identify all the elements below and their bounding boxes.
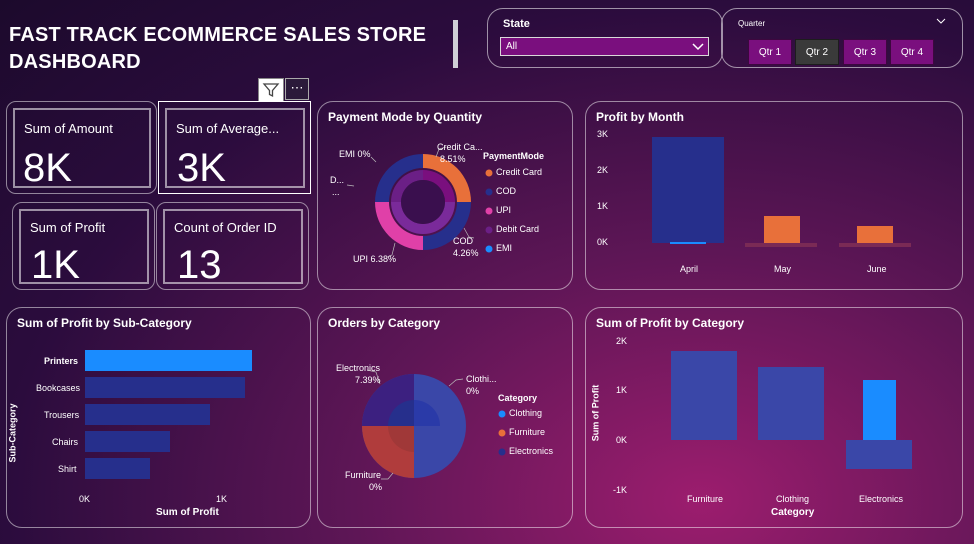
title-line-2: DASHBOARD — [9, 51, 141, 73]
x-tick-may: May — [774, 264, 792, 274]
y-tick-bookcases: Bookcases — [36, 383, 81, 393]
quarter-label: Quarter — [738, 19, 766, 28]
bar-april-base — [670, 242, 706, 244]
more-options-icon: ⋯ — [290, 80, 304, 95]
bar-bookcases — [85, 377, 245, 398]
kpi-value: 1K — [31, 243, 80, 287]
kpi-card-average[interactable]: Sum of Average... 3K — [158, 101, 311, 194]
state-dropdown[interactable]: All — [500, 37, 709, 56]
legend-item-debit-card[interactable]: Debit Card — [496, 224, 539, 234]
profit-by-subcategory-panel[interactable]: Sum of Profit by Sub-Category Sub-Catego… — [6, 307, 311, 528]
kpi-value: 8K — [23, 146, 72, 190]
kpi-label: Sum of Average... — [176, 121, 280, 136]
bar-electronics-top — [863, 380, 896, 440]
quarter-button-qtr3[interactable]: Qtr 3 — [843, 39, 887, 65]
x-tick-1k: 1K — [216, 494, 228, 504]
y-tick-printers: Printers — [44, 356, 79, 366]
title-line-1: FAST TRACK ECOMMERCE SALES STORE — [9, 24, 427, 46]
x-tick-electronics: Electronics — [859, 494, 904, 504]
kpi-card-orders[interactable]: Count of Order ID 13 — [156, 202, 309, 290]
bar-shirt — [85, 458, 150, 479]
label-clothing: Clothi... — [466, 374, 497, 384]
legend-item-clothing[interactable]: Clothing — [509, 408, 542, 418]
label-upi: UPI 6.38% — [353, 254, 397, 264]
label-electronics-pct: 7.39% — [355, 375, 381, 385]
label-electronics: Electronics — [336, 363, 381, 373]
orders-by-category-panel[interactable]: Orders by Category Electronics 7.39% Clo… — [317, 307, 573, 528]
filter-button[interactable] — [258, 78, 284, 102]
quarter-button-qtr1[interactable]: Qtr 1 — [748, 39, 792, 65]
x-tick-clothing: Clothing — [776, 494, 810, 504]
legend-item-furniture[interactable]: Furniture — [509, 427, 545, 437]
bar-furniture — [671, 351, 737, 440]
filter-icon — [262, 83, 280, 98]
profit-by-category-chart — [671, 351, 912, 469]
x-axis-title: Category — [771, 507, 815, 518]
label-cod: COD — [453, 236, 473, 246]
x-tick-june: June — [867, 264, 887, 274]
kpi-label: Sum of Amount — [24, 121, 113, 136]
label-credit-pct: 8.51% — [440, 154, 466, 164]
more-options-button[interactable]: ⋯ — [285, 78, 309, 100]
label-debit: D... — [330, 175, 345, 185]
quarter-slicer: Quarter Qtr 1 Qtr 2 Qtr 3 Qtr 4 — [721, 8, 963, 68]
legend-item-cod[interactable]: COD — [496, 186, 516, 196]
label-cod-pct: 4.26% — [453, 248, 479, 258]
label-emi: EMI 0% — [339, 149, 371, 159]
kpi-value: 3K — [177, 146, 226, 190]
label-credit: Credit Ca... — [437, 142, 483, 152]
bar-april — [652, 137, 724, 243]
kpi-card-amount[interactable]: Sum of Amount 8K — [6, 101, 157, 194]
state-selected: All — [506, 41, 518, 52]
y-tick-shirt: Shirt — [58, 464, 77, 474]
bar-may-base — [745, 243, 817, 247]
quarter-button-qtr4[interactable]: Qtr 4 — [890, 39, 934, 65]
chevron-down-icon[interactable] — [936, 17, 946, 25]
state-slicer: State All — [487, 8, 723, 68]
label-debit-dots: ... — [332, 187, 340, 197]
bar-clothing — [758, 367, 824, 440]
profit-by-month-chart — [652, 137, 911, 247]
kpi-label: Count of Order ID — [174, 220, 277, 235]
bar-trousers — [85, 404, 210, 425]
state-label: State — [503, 18, 530, 30]
bar-may — [764, 216, 800, 243]
quarter-button-qtr2[interactable]: Qtr 2 — [795, 39, 839, 65]
bar-electronics-bottom — [846, 440, 912, 469]
x-tick-april: April — [680, 264, 699, 274]
label-furniture-pct: 0% — [369, 482, 383, 492]
x-axis-title: Sum of Profit — [156, 507, 219, 518]
legend-item-electronics[interactable]: Electronics — [509, 446, 553, 456]
payment-mode-panel[interactable]: Payment Mode by Quantity Credit Ca... 8.… — [317, 101, 573, 290]
x-tick-furniture: Furniture — [687, 494, 724, 504]
legend-item-credit-card[interactable]: Credit Card — [496, 167, 542, 177]
legend-title: PaymentMode — [483, 151, 545, 161]
x-tick-0k: 0K — [79, 494, 91, 504]
y-tick-chairs: Chairs — [52, 437, 79, 447]
chevron-down-icon — [692, 43, 704, 51]
label-furniture: Furniture — [345, 470, 382, 480]
page-title: FAST TRACK ECOMMERCE SALES STORE DASHBOA… — [9, 22, 426, 76]
bar-june-base — [839, 243, 911, 247]
profit-by-category-panel[interactable]: Sum of Profit by Category Sum of Profit … — [585, 307, 963, 528]
legend-title: Category — [498, 393, 538, 403]
bar-june — [857, 226, 893, 243]
kpi-label: Sum of Profit — [30, 220, 106, 235]
bar-chairs — [85, 431, 170, 452]
bar-printers — [85, 350, 252, 371]
profit-by-month-panel[interactable]: Profit by Month 3K 2K 1K 0K April May Ju… — [585, 101, 963, 290]
y-tick-trousers: Trousers — [44, 410, 80, 420]
kpi-card-profit[interactable]: Sum of Profit 1K — [12, 202, 155, 290]
legend-item-upi[interactable]: UPI — [496, 205, 511, 215]
title-divider — [453, 20, 458, 68]
label-clothing-pct: 0% — [466, 386, 480, 396]
legend-item-emi[interactable]: EMI — [496, 243, 512, 253]
kpi-value: 13 — [177, 243, 222, 287]
